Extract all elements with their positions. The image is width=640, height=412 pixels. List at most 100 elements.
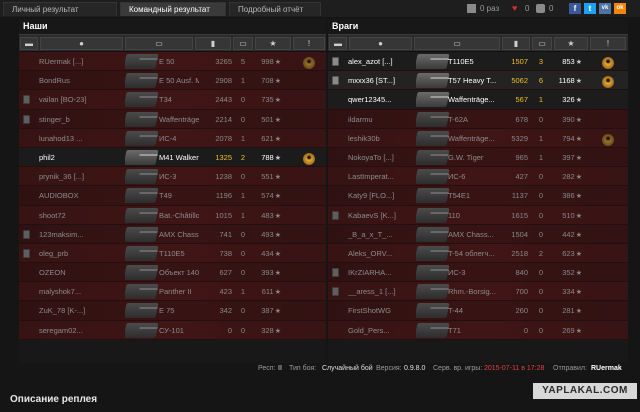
- sort-by-xp[interactable]: ★: [554, 37, 588, 50]
- player-row[interactable]: KabaevS [K...] 110 1615 0 510★: [328, 205, 628, 225]
- achievement-medal-icon[interactable]: ✹: [602, 57, 614, 69]
- player-row[interactable]: prynik_36 [...] ИС-3 1238 0 551★: [19, 167, 326, 187]
- player-row[interactable]: ildarmu T-62A 678 0 390★: [328, 109, 628, 129]
- sort-by-xp[interactable]: ★: [255, 37, 291, 50]
- kills-value: 0: [240, 306, 246, 316]
- player-row[interactable]: BondRus E 50 Ausf. M 2908 1 708★: [19, 71, 326, 91]
- player-name[interactable]: ZuK_78 [K-...]: [39, 301, 121, 320]
- player-name[interactable]: qwer12345...: [348, 90, 410, 109]
- achievement-medal-icon[interactable]: ✹: [303, 152, 315, 165]
- facebook-icon[interactable]: f: [569, 3, 581, 14]
- sort-by-medals[interactable]: !: [293, 37, 325, 50]
- tab-team-result[interactable]: Командный результат: [120, 2, 226, 16]
- allies-rows: RUermak [...] E 50 3265 5 998★ ✹ BondRus E 50 A…: [19, 52, 326, 340]
- xp-value: 434: [261, 248, 274, 258]
- player-name[interactable]: phil2: [39, 148, 121, 167]
- sort-by-damage[interactable]: ▮: [502, 37, 530, 50]
- player-name[interactable]: _B_a_x_T_...: [348, 225, 410, 244]
- sort-by-vehicle[interactable]: ▭: [125, 37, 193, 50]
- player-name[interactable]: 123maksim...: [39, 225, 121, 244]
- achievement-medal-icon[interactable]: ✹: [602, 133, 614, 146]
- player-name[interactable]: alex_azot [...]: [348, 52, 410, 71]
- likes-counter[interactable]: ♥ 0: [512, 3, 529, 14]
- player-row[interactable]: IKrZIARHA... ИС-3 840 0 352★: [328, 263, 628, 283]
- sort-by-vehicle[interactable]: ▭: [414, 37, 500, 50]
- player-row[interactable]: lunahod13 ... ИС-4 2078 1 621★: [19, 128, 326, 148]
- tab-personal-result[interactable]: Личный результат: [3, 2, 117, 16]
- xp-star-icon: ★: [575, 270, 582, 278]
- player-row[interactable]: __aress_1 [...] Rhm.-Borsig... 700 0 334★: [328, 282, 628, 302]
- player-row[interactable]: stinger_b Waffenträge... 2214 0 501★: [19, 109, 326, 129]
- achievement-medal-icon[interactable]: ✹: [303, 57, 315, 69]
- sort-by-medals[interactable]: !: [590, 37, 626, 50]
- player-name[interactable]: Katy9 [FLO...]: [348, 186, 410, 205]
- player-row[interactable]: Katy9 [FLO...] T54E1 1137 0 386★: [328, 186, 628, 206]
- player-row[interactable]: AUDIOBOX T49 1196 1 574★: [19, 186, 326, 206]
- vk-icon[interactable]: vk: [599, 3, 611, 14]
- player-row[interactable]: RUermak [...] E 50 3265 5 998★ ✹: [19, 52, 326, 72]
- sort-by-kills[interactable]: ▭: [532, 37, 552, 50]
- sort-by-badge[interactable]: ▬: [329, 37, 347, 50]
- player-name[interactable]: BondRus: [39, 71, 121, 90]
- rank-badge-icon: [332, 76, 339, 86]
- player-name[interactable]: seregam02...: [39, 321, 121, 340]
- player-row[interactable]: Gold_Pers... T71 0 0 269★: [328, 320, 628, 340]
- player-name[interactable]: NokoyaTo [...]: [348, 148, 410, 167]
- player-name[interactable]: LastImperat...: [348, 167, 410, 186]
- player-row[interactable]: phil2 M41 Walker ... 1325 2 788★ ✹: [19, 147, 326, 168]
- player-name[interactable]: ildarmu: [348, 110, 410, 129]
- player-row[interactable]: 123maksim... AMX Chass... 741 0 493★: [19, 224, 326, 244]
- sort-by-player[interactable]: ●: [349, 37, 412, 50]
- player-name[interactable]: Aleks_ORV...: [348, 244, 410, 263]
- xp-cell: 501★: [255, 110, 281, 129]
- player-name[interactable]: RUermak [...]: [39, 52, 121, 71]
- player-name[interactable]: KabaevS [K...]: [348, 206, 410, 225]
- player-row[interactable]: malyshok7... Panther II 423 1 611★: [19, 282, 326, 302]
- player-name[interactable]: __aress_1 [...]: [348, 282, 410, 301]
- player-name[interactable]: vailan [BO-23]: [39, 90, 121, 109]
- sort-by-damage[interactable]: ▮: [195, 37, 231, 50]
- player-name[interactable]: IKrZIARHA...: [348, 263, 410, 282]
- xp-value: 483: [261, 210, 274, 220]
- player-name[interactable]: FirstShotWG: [348, 301, 410, 320]
- player-row[interactable]: OZEON Объект 140 627 0 393★: [19, 263, 326, 283]
- xp-star-icon: ★: [274, 212, 281, 220]
- player-row[interactable]: LastImperat... ИС-6 427 0 282★: [328, 167, 628, 187]
- player-row[interactable]: FirstShotWG T-44 260 0 281★: [328, 301, 628, 321]
- player-row[interactable]: oleg_prb T110E5 738 0 434★: [19, 243, 326, 264]
- player-name[interactable]: Gold_Pers...: [348, 321, 410, 340]
- player-row[interactable]: _B_a_x_T_... AMX Chass... 1504 0 442★: [328, 224, 628, 244]
- player-row[interactable]: NokoyaTo [...] G.W. Tiger 965 1 397★: [328, 147, 628, 168]
- player-row[interactable]: seregam02... СУ-101 0 0 328★: [19, 320, 326, 340]
- player-row[interactable]: shoot72 Bat.-Châtillo... 1015 1 483★: [19, 205, 326, 225]
- player-name[interactable]: mxxx36 [ST...]: [348, 71, 410, 90]
- player-name[interactable]: OZEON: [39, 263, 121, 282]
- sort-by-player[interactable]: ●: [40, 37, 123, 50]
- twitter-icon[interactable]: t: [584, 3, 596, 14]
- player-row[interactable]: qwer12345... Waffenträge... 567 1 326★: [328, 90, 628, 110]
- player-row[interactable]: leshik30b Waffenträge... 5329 1 794★ ✹: [328, 128, 628, 148]
- player-name[interactable]: AUDIOBOX: [39, 186, 121, 205]
- player-row[interactable]: ZuK_78 [K-...] E 75 342 0 387★: [19, 301, 326, 321]
- player-name[interactable]: lunahod13 ...: [39, 129, 121, 148]
- sort-by-kills[interactable]: ▭: [233, 37, 253, 50]
- player-row[interactable]: alex_azot [...] T110E5 1507 3 853★ ✹: [328, 52, 628, 72]
- tank-image: [416, 263, 450, 282]
- tab-detailed-report[interactable]: Подробный отчёт: [229, 2, 321, 16]
- player-name[interactable]: shoot72: [39, 206, 121, 225]
- player-name[interactable]: stinger_b: [39, 110, 121, 129]
- sender-value[interactable]: RUermak: [591, 363, 622, 375]
- player-name[interactable]: oleg_prb: [39, 244, 121, 263]
- comments-counter[interactable]: 0: [536, 3, 553, 14]
- player-name[interactable]: prynik_36 [...]: [39, 167, 121, 186]
- damage-value: 342: [219, 306, 232, 316]
- sort-by-badge[interactable]: ▬: [20, 37, 38, 50]
- vehicle-name: T34: [159, 95, 172, 105]
- achievement-medal-icon[interactable]: ✹: [602, 76, 614, 89]
- player-name[interactable]: malyshok7...: [39, 282, 121, 301]
- player-row[interactable]: mxxx36 [ST...] T57 Heavy T... 5062 6 1168★ ✹: [328, 71, 628, 91]
- player-name[interactable]: leshik30b: [348, 129, 410, 148]
- odnoklassniki-icon[interactable]: ok: [614, 3, 626, 14]
- player-row[interactable]: vailan [BO-23] T34 2443 0 735★: [19, 90, 326, 110]
- player-row[interactable]: Aleks_ORV... T-54 облегч... 2518 2 623★: [328, 243, 628, 264]
